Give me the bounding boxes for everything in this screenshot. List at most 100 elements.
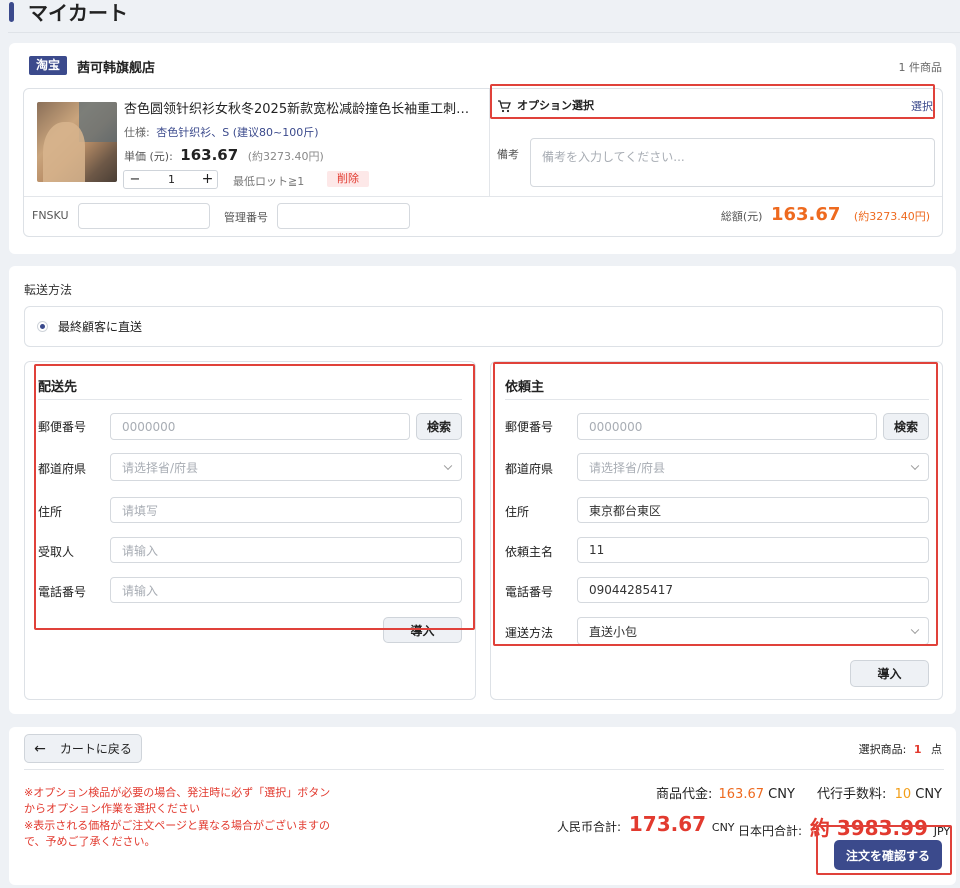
requester-address-label: 住所 [505, 505, 530, 519]
delivery-address-label: 住所 [38, 505, 63, 519]
back-to-cart-button[interactable]: ← カートに戻る [24, 734, 142, 763]
requester-method-select[interactable]: 直送小包 [577, 617, 929, 645]
fee-label: 代行手数料: [817, 787, 887, 802]
delivery-recipient-label: 受取人 [38, 545, 75, 559]
requester-postal-input[interactable]: 0000000 [577, 413, 877, 440]
title-divider [8, 32, 960, 33]
delete-button[interactable]: 削除 [327, 171, 369, 187]
fee-summary: 商品代金: 163.67 CNY 代行手数料: 10 CNY [656, 783, 942, 802]
delivery-pref-select[interactable]: 请选择省/府县 [110, 453, 462, 481]
requester-pref-select[interactable]: 请选择省/府县 [577, 453, 929, 481]
unit-price-jpy: (約3273.40円) [247, 150, 324, 163]
option-label: オプション選択 [517, 99, 594, 112]
product-spec: 仕様: 杏色针织衫、S (建议80~100斤) [124, 124, 319, 140]
unit-price-label: 単価 (元): [124, 150, 173, 163]
requester-postal-label: 郵便番号 [505, 420, 554, 434]
fee-value: 10 [894, 787, 912, 802]
item-count: 1 件商品 [898, 61, 943, 74]
delivery-search-button[interactable]: 検索 [416, 413, 462, 440]
shipping-option-box [24, 306, 943, 347]
note-line-2: からオプション作業を選択ください [24, 802, 200, 815]
shop-badge: 淘宝 [29, 56, 68, 75]
manage-input[interactable] [277, 203, 410, 229]
delivery-postal-input[interactable]: 0000000 [110, 413, 410, 440]
goods-value: 163.67 [718, 787, 765, 802]
footer-divider [24, 769, 944, 770]
cart-icon [497, 98, 511, 113]
spec-value: 杏色针织衫、S (建议80~100斤) [156, 126, 319, 139]
delivery-phone-label: 電話番号 [38, 585, 87, 599]
goods-label: 商品代金: [655, 787, 713, 802]
selected-unit: 点 [931, 743, 942, 756]
requester-pref-value: 请选择省/府县 [589, 460, 666, 475]
selected-items: 選択商品: 1 点 [859, 741, 942, 757]
title-bar-accent [9, 2, 14, 22]
requester-panel [490, 361, 943, 700]
confirm-order-button[interactable]: 注文を確認する [834, 840, 942, 870]
chevron-down-icon [443, 461, 453, 471]
quantity-stepper: − 1 + [123, 170, 218, 189]
product-title[interactable]: 杏色圆领针织衫女秋冬2025新款宽松减龄撞色长袖重工刺… [124, 98, 469, 117]
option-select-button[interactable]: 選択 [911, 98, 933, 114]
fnsku-label: FNSKU [32, 209, 69, 222]
goods-unit: CNY [768, 787, 795, 802]
qty-plus-button[interactable]: + [197, 171, 218, 188]
requester-title: 依頼主 [505, 380, 545, 395]
requester-method-label: 運送方法 [505, 626, 554, 640]
delivery-pref-value: 请选择省/府县 [122, 460, 199, 475]
fnsku-input[interactable] [78, 203, 210, 229]
jpy-value: 約 3983.99 [809, 816, 928, 840]
shop-name[interactable]: 茜可韩旗舰店 [77, 57, 155, 76]
requester-divider [505, 399, 929, 400]
fee-unit: CNY [915, 787, 942, 802]
qty-minus-button[interactable]: − [124, 171, 146, 188]
delivery-phone-input[interactable]: 请输入 [110, 577, 462, 603]
product-image[interactable] [37, 102, 117, 182]
requester-phone-label: 電話番号 [505, 585, 554, 599]
shipping-option-label[interactable]: 最終顧客に直送 [58, 318, 142, 335]
delivery-panel [24, 361, 476, 700]
requester-import-button[interactable]: 導入 [850, 660, 929, 687]
jpy-total: 日本円合計: 約 3983.99 JPY [738, 812, 950, 841]
requester-name-label: 依頼主名 [505, 545, 554, 559]
requester-search-button[interactable]: 検索 [883, 413, 929, 440]
requester-name-input[interactable]: 11 [577, 537, 929, 563]
unit-price-row: 単価 (元): 163.67 (約3273.40円) [124, 146, 324, 164]
memo-label: 備考 [497, 148, 519, 161]
rmb-label: 人民币合計: [557, 820, 622, 834]
unit-price-value: 163.67 [180, 146, 239, 164]
delivery-title: 配送先 [38, 380, 78, 395]
note-line-3: ※表示される価格がご注文ページと異なる場合がございますの [24, 819, 330, 832]
manage-label: 管理番号 [224, 211, 268, 224]
memo-textarea[interactable]: 備考を入力してください... [530, 138, 935, 187]
requester-phone-input[interactable]: 09044285417 [577, 577, 929, 603]
delivery-recipient-input[interactable]: 请输入 [110, 537, 462, 563]
qty-input[interactable]: 1 [146, 171, 197, 188]
note-line-1: ※オプション検品が必要の場合、発注時に必ず「選択」ボタン [24, 786, 331, 799]
selected-label: 選択商品: [858, 743, 907, 756]
product-divider-v [489, 89, 490, 196]
jpy-unit: JPY [933, 825, 951, 838]
note-line-4: で、予めご了承ください。 [24, 835, 156, 848]
chevron-down-icon [910, 625, 920, 635]
rmb-value: 173.67 [628, 812, 707, 836]
min-lot: 最低ロット≧1 [233, 175, 305, 188]
requester-address-input[interactable]: 東京都台東区 [577, 497, 929, 523]
shipping-radio[interactable] [37, 321, 48, 332]
delivery-address-input[interactable]: 请填写 [110, 497, 462, 523]
chevron-down-icon [910, 461, 920, 471]
delivery-import-button[interactable]: 導入 [383, 617, 462, 643]
total-value: 163.67 [770, 204, 841, 225]
selected-count: 1 [913, 743, 922, 756]
rmb-total: 人民币合計: 173.67 CNY [557, 812, 735, 836]
delivery-pref-label: 都道府県 [38, 462, 87, 476]
delivery-postal-label: 郵便番号 [38, 420, 87, 434]
total-row: 総額(元) 163.67 (約3273.40円) [721, 204, 930, 225]
arrow-left-icon: ← [34, 740, 46, 757]
spec-label: 仕様: [124, 126, 150, 139]
page-title: マイカート [28, 1, 128, 25]
product-divider-h [24, 196, 942, 197]
requester-method-value: 直送小包 [589, 624, 638, 639]
shipping-title: 転送方法 [24, 283, 73, 297]
total-jpy: (約3273.40円) [853, 210, 930, 223]
